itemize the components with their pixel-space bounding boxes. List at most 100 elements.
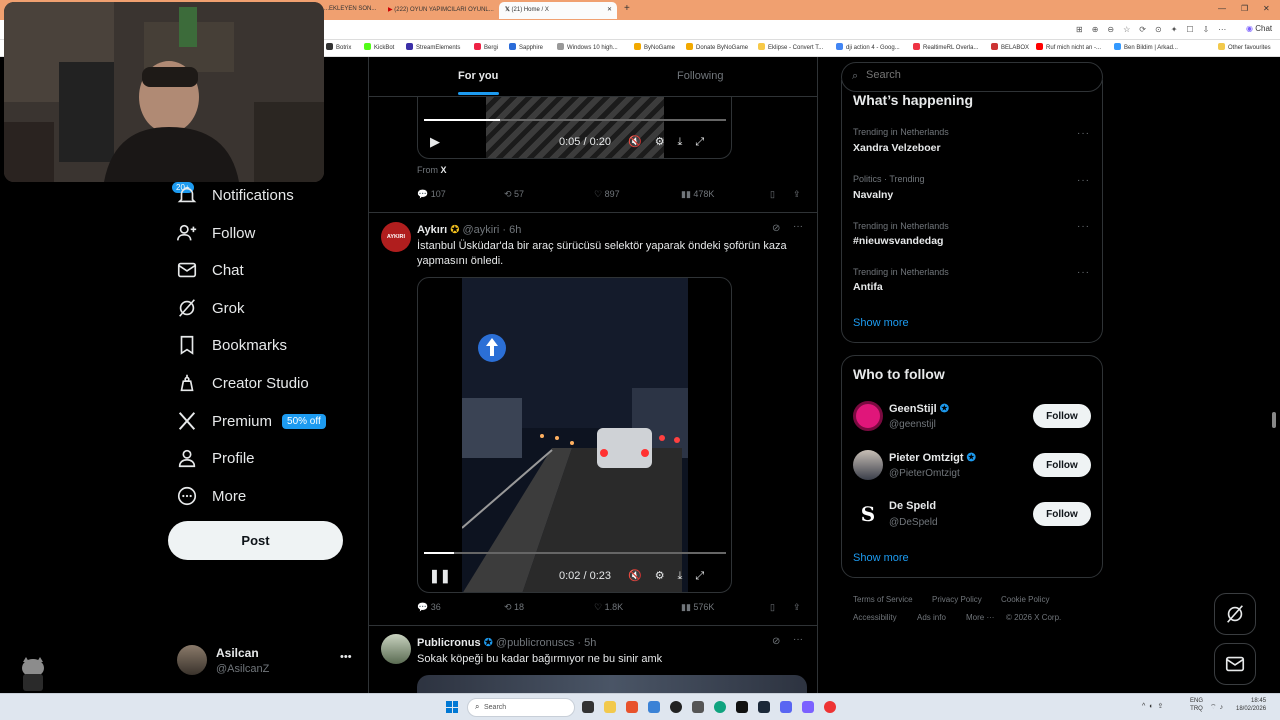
minimize-icon[interactable]: — [1218, 4, 1226, 13]
trend-name[interactable]: #nieuwsvandedag [853, 235, 943, 247]
video-controls-icons[interactable]: 🔇⚙⤓⤢ [628, 569, 717, 583]
views-button[interactable]: ▮▮ 576K [681, 602, 714, 613]
follow-name[interactable]: Pieter Omtzigt ✪ [889, 451, 976, 464]
footer-terms[interactable]: Terms of Service [853, 595, 913, 604]
bookmark[interactable]: Eklipse - Convert T... [758, 43, 823, 51]
bookmark[interactable]: KickBot [364, 43, 394, 51]
footer-cookie[interactable]: Cookie Policy [1001, 595, 1049, 604]
close-window-icon[interactable]: ✕ [1263, 4, 1270, 13]
footer-ads-info[interactable]: Ads info [917, 613, 946, 622]
file-explorer-icon[interactable] [604, 701, 616, 713]
obs-icon[interactable] [670, 701, 682, 713]
more-dots-icon[interactable]: ··· [1077, 267, 1090, 278]
share-icon[interactable]: ⇪ [793, 602, 801, 613]
x-app-icon[interactable] [736, 701, 748, 713]
avatar[interactable]: AYKIRI [381, 222, 411, 252]
maximize-icon[interactable]: ❐ [1241, 4, 1248, 13]
steam-icon[interactable] [758, 701, 770, 713]
show-more-link[interactable]: Show more [853, 317, 909, 329]
bookmark[interactable]: Ruf mich nicht an -... [1036, 43, 1101, 51]
author-handle[interactable]: @aykiri [463, 224, 500, 236]
new-tab-icon[interactable]: + [624, 3, 630, 14]
nav-creator-studio[interactable]: Creator Studio [176, 368, 309, 398]
bookmark[interactable]: dji action 4 - Goog... [836, 43, 900, 51]
account-switcher[interactable]: Asilcan @AsilcanZ ••• [168, 637, 358, 683]
share-icon[interactable]: ⇪ [793, 189, 801, 200]
messages-floating-button[interactable] [1214, 643, 1256, 685]
avatar[interactable] [853, 401, 883, 431]
app-icon[interactable] [824, 701, 836, 713]
browser-tab[interactable]: ...EKLEYEN SON... [318, 2, 380, 19]
network-volume-icons[interactable]: ⌔♪ [1210, 703, 1226, 712]
nav-premium[interactable]: Premium 50% off [176, 406, 326, 436]
bookmark[interactable]: Windows 10 high... [557, 43, 618, 51]
more-dots-icon[interactable]: ··· [1077, 175, 1090, 186]
footer-privacy[interactable]: Privacy Policy [932, 595, 982, 604]
video-controls-icons[interactable]: 🔇⚙⤓⤢ [628, 135, 717, 149]
tab-following[interactable]: Following [677, 70, 723, 82]
footer-more[interactable]: More ··· [966, 613, 994, 622]
avatar[interactable] [381, 634, 411, 664]
tray-icons[interactable]: ^◐⇪ [1142, 702, 1167, 710]
edge-icon[interactable] [714, 701, 726, 713]
reply-button[interactable]: 💬 36 [417, 602, 441, 613]
app-icon[interactable] [692, 701, 704, 713]
bookmark[interactable]: ByNoGame [634, 43, 675, 51]
grok-icon[interactable]: ⊘ [772, 223, 780, 234]
firefox-icon[interactable] [626, 701, 638, 713]
grok-icon[interactable]: ⊘ [772, 636, 780, 647]
follow-button[interactable]: Follow [1033, 502, 1091, 526]
more-dots-icon[interactable]: ··· [793, 634, 803, 645]
task-view-icon[interactable] [582, 701, 594, 713]
nav-follow[interactable]: Follow [176, 218, 255, 248]
nav-notifications[interactable]: Notifications [176, 180, 294, 210]
tab-for-you[interactable]: For you [458, 70, 498, 82]
pause-icon[interactable]: ❚❚ [429, 568, 451, 584]
more-dots-icon[interactable]: ··· [1077, 128, 1090, 139]
bookmark[interactable]: Bergi [474, 43, 498, 51]
toolbar-icons[interactable]: ⊞⊕⊖☆⟳⊙✦☐⇩⋯ [1076, 25, 1235, 34]
more-dots-icon[interactable]: ··· [1077, 221, 1090, 232]
reply-button[interactable]: 💬 107 [417, 189, 446, 200]
bookmark[interactable]: Ben Bildim | Arkad... [1114, 43, 1178, 51]
scrollbar-thumb[interactable] [1272, 412, 1276, 428]
post-button[interactable]: Post [168, 521, 343, 560]
despeld-logo-icon[interactable]: S [853, 499, 883, 529]
bookmark[interactable]: Botrix [326, 43, 351, 51]
play-icon[interactable]: ▶ [430, 134, 440, 150]
browser-tab-active[interactable]: 𝕏 (21) Home / X ✕ [499, 2, 617, 19]
bookmark-icon[interactable]: ▯ [770, 189, 775, 200]
avatar[interactable] [853, 450, 883, 480]
trend-name[interactable]: Antifa [853, 281, 883, 293]
follow-name[interactable]: GeenStijl ✪ [889, 402, 949, 415]
bookmark[interactable]: StreamElements [406, 43, 460, 51]
nav-more[interactable]: More [176, 481, 246, 511]
discord-icon[interactable] [780, 701, 792, 713]
from-source[interactable]: X [441, 165, 447, 175]
app-icon[interactable] [802, 701, 814, 713]
video-progress-track[interactable] [424, 552, 726, 554]
language-indicator[interactable]: ENG TRQ [1190, 697, 1203, 713]
browser-tab[interactable]: ▶ (222) OYUN YAPIMCILARI OYUNL... [382, 2, 497, 19]
post-time[interactable]: · 5h [577, 637, 596, 649]
grok-floating-button[interactable] [1214, 593, 1256, 635]
author-handle[interactable]: @publicronuscs [496, 637, 574, 649]
close-tab-icon[interactable]: ✕ [607, 6, 612, 13]
other-favourites[interactable]: Other favourites [1218, 43, 1271, 51]
bookmark[interactable]: RealtimeRL Overla... [913, 43, 978, 51]
app-icon[interactable] [648, 701, 660, 713]
follow-button[interactable]: Follow [1033, 453, 1091, 477]
show-more-link[interactable]: Show more [853, 552, 909, 564]
more-dots-icon[interactable]: ··· [793, 221, 803, 232]
taskbar-search[interactable]: ⌕ Search [467, 698, 575, 717]
repost-button[interactable]: ⟲ 18 [504, 602, 524, 613]
nav-chat[interactable]: Chat [176, 255, 244, 285]
trend-name[interactable]: Navalny [853, 189, 893, 201]
post-time[interactable]: · 6h [502, 224, 521, 236]
follow-name[interactable]: De Speld [889, 500, 936, 512]
copilot-chat-button[interactable]: ◉ Chat [1246, 24, 1272, 33]
nav-profile[interactable]: Profile [176, 443, 255, 473]
repost-button[interactable]: ⟲ 57 [504, 189, 524, 200]
views-button[interactable]: ▮▮ 478K [681, 189, 714, 200]
like-button[interactable]: ♡ 897 [594, 189, 620, 200]
